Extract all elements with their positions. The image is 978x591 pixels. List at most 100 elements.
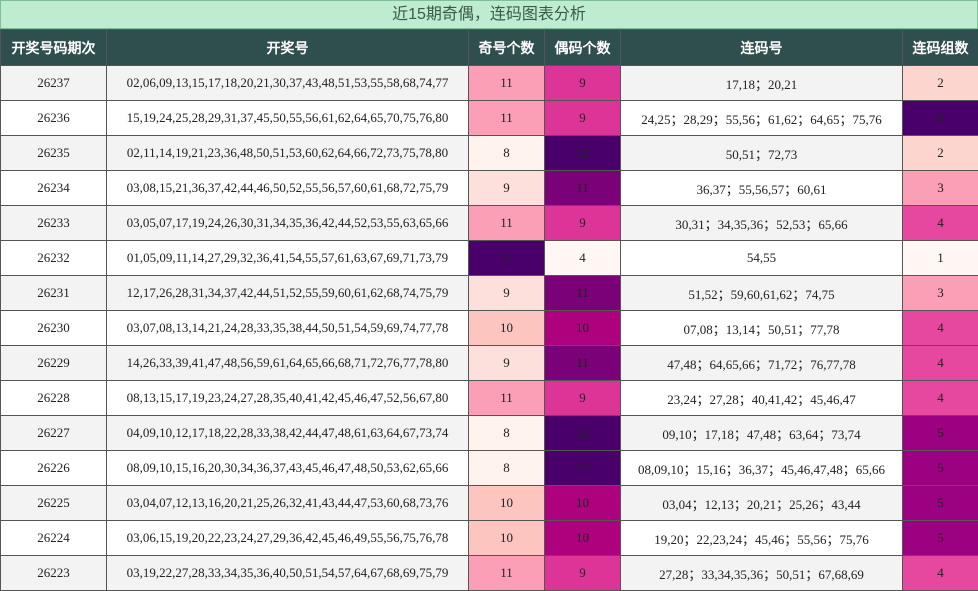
cell-numbers: 04,09,10,12,17,18,22,28,33,38,42,44,47,4… [107, 416, 469, 451]
cell-group-count: 1 [903, 241, 978, 276]
cell-even-count: 12 [545, 416, 621, 451]
table-row: 2622914,26,33,39,41,47,48,56,59,61,64,65… [1, 346, 978, 381]
cell-even-count: 10 [545, 521, 621, 556]
cell-numbers: 03,05,07,17,19,24,26,30,31,34,35,36,42,4… [107, 206, 469, 241]
cell-period: 26226 [1, 451, 107, 486]
cell-odd-count: 9 [469, 171, 545, 206]
cell-even-count: 9 [545, 381, 621, 416]
table-row: 2622303,19,22,27,28,33,34,35,36,40,50,51… [1, 556, 978, 591]
header-numbers: 开奖号 [107, 30, 469, 66]
cell-consecutive: 23,24；27,28；40,41,42；45,46,47 [621, 381, 903, 416]
cell-even-count: 4 [545, 241, 621, 276]
cell-group-count: 4 [903, 206, 978, 241]
cell-even-count: 9 [545, 206, 621, 241]
cell-odd-count: 9 [469, 346, 545, 381]
cell-period: 26228 [1, 381, 107, 416]
cell-odd-count: 8 [469, 451, 545, 486]
page-title: 近15期奇偶，连码图表分析 [0, 0, 978, 29]
header-row: 开奖号码期次 开奖号 奇号个数 偶码个数 连码号 连码组数 [1, 30, 978, 66]
header-even-count: 偶码个数 [545, 30, 621, 66]
cell-consecutive: 09,10；17,18；47,48；63,64；73,74 [621, 416, 903, 451]
cell-consecutive: 30,31；34,35,36；52,53；65,66 [621, 206, 903, 241]
cell-consecutive: 17,18；20,21 [621, 66, 903, 101]
table-row: 2622808,13,15,17,19,23,24,27,28,35,40,41… [1, 381, 978, 416]
cell-consecutive: 07,08；13,14；50,51；77,78 [621, 311, 903, 346]
table-row: 2622704,09,10,12,17,18,22,28,33,38,42,44… [1, 416, 978, 451]
cell-numbers: 02,11,14,19,21,23,36,48,50,51,53,60,62,6… [107, 136, 469, 171]
cell-period: 26236 [1, 101, 107, 136]
cell-numbers: 03,19,22,27,28,33,34,35,36,40,50,51,54,5… [107, 556, 469, 591]
cell-even-count: 12 [545, 451, 621, 486]
cell-period: 26230 [1, 311, 107, 346]
cell-group-count: 5 [903, 521, 978, 556]
table-row: 2622503,04,07,12,13,16,20,21,25,26,32,41… [1, 486, 978, 521]
table-row: 2623502,11,14,19,21,23,36,48,50,51,53,60… [1, 136, 978, 171]
table-row: 2623403,08,15,21,36,37,42,44,46,50,52,55… [1, 171, 978, 206]
cell-consecutive: 27,28；33,34,35,36；50,51；67,68,69 [621, 556, 903, 591]
cell-odd-count: 8 [469, 416, 545, 451]
cell-odd-count: 11 [469, 556, 545, 591]
header-period: 开奖号码期次 [1, 30, 107, 66]
cell-even-count: 9 [545, 66, 621, 101]
cell-numbers: 08,13,15,17,19,23,24,27,28,35,40,41,42,4… [107, 381, 469, 416]
cell-even-count: 9 [545, 101, 621, 136]
table-row: 2622403,06,15,19,20,22,23,24,27,29,36,42… [1, 521, 978, 556]
cell-period: 26232 [1, 241, 107, 276]
cell-odd-count: 11 [469, 101, 545, 136]
cell-even-count: 12 [545, 136, 621, 171]
cell-numbers: 14,26,33,39,41,47,48,56,59,61,64,65,66,6… [107, 346, 469, 381]
cell-group-count: 2 [903, 136, 978, 171]
cell-consecutive: 50,51；72,73 [621, 136, 903, 171]
cell-group-count: 4 [903, 311, 978, 346]
table-row: 2623112,17,26,28,31,34,37,42,44,51,52,55… [1, 276, 978, 311]
cell-odd-count: 8 [469, 136, 545, 171]
cell-period: 26229 [1, 346, 107, 381]
cell-odd-count: 16 [469, 241, 545, 276]
cell-group-count: 5 [903, 486, 978, 521]
table-row: 2623303,05,07,17,19,24,26,30,31,34,35,36… [1, 206, 978, 241]
table-body: 2623702,06,09,13,15,17,18,20,21,30,37,43… [1, 66, 978, 591]
cell-odd-count: 11 [469, 66, 545, 101]
cell-numbers: 02,06,09,13,15,17,18,20,21,30,37,43,48,5… [107, 66, 469, 101]
cell-group-count: 3 [903, 171, 978, 206]
cell-numbers: 08,09,10,15,16,20,30,34,36,37,43,45,46,4… [107, 451, 469, 486]
cell-numbers: 03,07,08,13,14,21,24,28,33,35,38,44,50,5… [107, 311, 469, 346]
cell-odd-count: 11 [469, 381, 545, 416]
table-row: 2623615,19,24,25,28,29,31,37,45,50,55,56… [1, 101, 978, 136]
cell-group-count: 4 [903, 556, 978, 591]
cell-odd-count: 9 [469, 276, 545, 311]
cell-numbers: 12,17,26,28,31,34,37,42,44,51,52,55,59,6… [107, 276, 469, 311]
header-odd-count: 奇号个数 [469, 30, 545, 66]
cell-consecutive: 08,09,10；15,16；36,37；45,46,47,48；65,66 [621, 451, 903, 486]
cell-consecutive: 19,20；22,23,24；45,46；55,56；75,76 [621, 521, 903, 556]
table-row: 2623003,07,08,13,14,21,24,28,33,35,38,44… [1, 311, 978, 346]
cell-consecutive: 24,25；28,29；55,56；61,62；64,65；75,76 [621, 101, 903, 136]
cell-odd-count: 11 [469, 206, 545, 241]
cell-even-count: 10 [545, 311, 621, 346]
cell-period: 26237 [1, 66, 107, 101]
cell-period: 26227 [1, 416, 107, 451]
cell-numbers: 01,05,09,11,14,27,29,32,36,41,54,55,57,6… [107, 241, 469, 276]
cell-even-count: 9 [545, 556, 621, 591]
cell-period: 26234 [1, 171, 107, 206]
analysis-table: 开奖号码期次 开奖号 奇号个数 偶码个数 连码号 连码组数 2623702,06… [0, 29, 978, 591]
cell-period: 26225 [1, 486, 107, 521]
cell-group-count: 5 [903, 416, 978, 451]
header-group-count: 连码组数 [903, 30, 978, 66]
cell-group-count: 4 [903, 381, 978, 416]
cell-group-count: 4 [903, 346, 978, 381]
cell-group-count: 2 [903, 66, 978, 101]
cell-consecutive: 36,37；55,56,57；60,61 [621, 171, 903, 206]
cell-numbers: 15,19,24,25,28,29,31,37,45,50,55,56,61,6… [107, 101, 469, 136]
table-row: 2622608,09,10,15,16,20,30,34,36,37,43,45… [1, 451, 978, 486]
cell-period: 26235 [1, 136, 107, 171]
cell-group-count: 3 [903, 276, 978, 311]
cell-even-count: 11 [545, 276, 621, 311]
cell-odd-count: 10 [469, 521, 545, 556]
cell-even-count: 10 [545, 486, 621, 521]
cell-even-count: 11 [545, 346, 621, 381]
chart-page: 近15期奇偶，连码图表分析 开奖号码期次 开奖号 奇号个数 偶码个数 连码号 连… [0, 0, 978, 586]
cell-consecutive: 03,04；12,13；20,21；25,26；43,44 [621, 486, 903, 521]
cell-group-count: 5 [903, 451, 978, 486]
cell-odd-count: 10 [469, 486, 545, 521]
